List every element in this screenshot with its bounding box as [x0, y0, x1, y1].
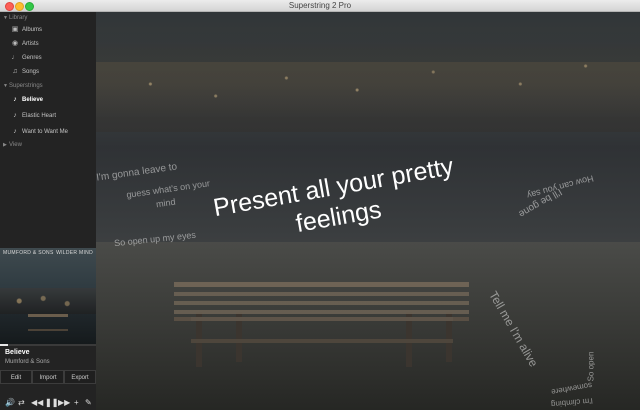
artist-icon: ◉	[11, 40, 19, 47]
floating-lyric: So open	[586, 351, 596, 382]
sidebar-item-songs[interactable]: ♫ Songs	[0, 65, 96, 79]
album-art-title-text: WILDER MIND	[56, 250, 93, 256]
sidebar-item-artists[interactable]: ◉ Artists	[0, 37, 96, 51]
sidebar-item-elastic-heart[interactable]: ♪ Elastic Heart	[0, 109, 96, 123]
note-icon: ♪	[13, 112, 17, 119]
volume-icon[interactable]: 🔊	[5, 399, 15, 407]
note-icon: ♪	[13, 96, 17, 103]
current-lyric: Present all your pretty feelings	[211, 152, 456, 239]
edit-button[interactable]: Edit	[0, 370, 32, 384]
playback-progress-bar[interactable]	[0, 344, 96, 346]
next-track-icon[interactable]: ▶▶	[58, 399, 70, 407]
add-icon[interactable]: +	[74, 399, 79, 407]
floating-lyric: mind	[155, 196, 177, 210]
previous-track-icon[interactable]: ◀◀	[31, 399, 43, 407]
sidebar: ▼Library ▣ Albums ◉ Artists ♩ Genres ♫ S…	[0, 12, 96, 410]
sidebar-item-genres[interactable]: ♩ Genres	[0, 51, 96, 65]
import-button[interactable]: Import	[32, 370, 64, 384]
genre-icon: ♩	[11, 54, 19, 61]
floating-lyric: I'm gonna leave to	[96, 161, 178, 184]
album-icon: ▣	[11, 26, 19, 33]
superstrings-section-header[interactable]: ▼Superstrings	[3, 81, 43, 91]
window-title: Superstring 2 Pro	[288, 1, 352, 10]
app-window: Superstring 2 Pro ▼Library ▣ Albums ◉ Ar…	[0, 0, 640, 410]
album-art: MUMFORD & SONS WILDER MIND	[0, 248, 96, 344]
song-icon: ♫	[12, 68, 18, 75]
sidebar-item-want-to-want-me[interactable]: ♪ Want to Want Me	[0, 125, 96, 139]
bench	[174, 282, 469, 321]
progress-fill	[0, 344, 8, 346]
library-section-header[interactable]: ▼Library	[3, 13, 27, 23]
title-bar: Superstring 2 Pro	[0, 0, 640, 12]
pin-icon[interactable]: ✎	[85, 399, 92, 407]
sidebar-item-albums[interactable]: ▣ Albums	[0, 23, 96, 37]
bench-image	[28, 314, 68, 331]
pause-icon[interactable]: ❚❚	[45, 399, 58, 407]
note-icon: ♪	[13, 128, 17, 135]
export-button[interactable]: Export	[64, 370, 96, 384]
sidebar-item-believe[interactable]: ♪ Believe	[0, 93, 96, 107]
lyrics-visualizer: I'm gonna leave to guess what's on your …	[96, 12, 640, 410]
action-buttons: Edit Import Export	[0, 370, 96, 384]
now-playing-title: Believe	[5, 349, 30, 356]
view-section-header[interactable]: ▶ View	[3, 140, 22, 150]
now-playing-artist: Mumford & Sons	[5, 359, 50, 365]
playback-controls: 🔊 ⇄ ◀◀ ❚❚ ▶▶ + ✎	[0, 396, 96, 410]
album-art-artist-text: MUMFORD & SONS	[3, 250, 54, 256]
repeat-icon[interactable]: ⇄	[18, 399, 25, 407]
